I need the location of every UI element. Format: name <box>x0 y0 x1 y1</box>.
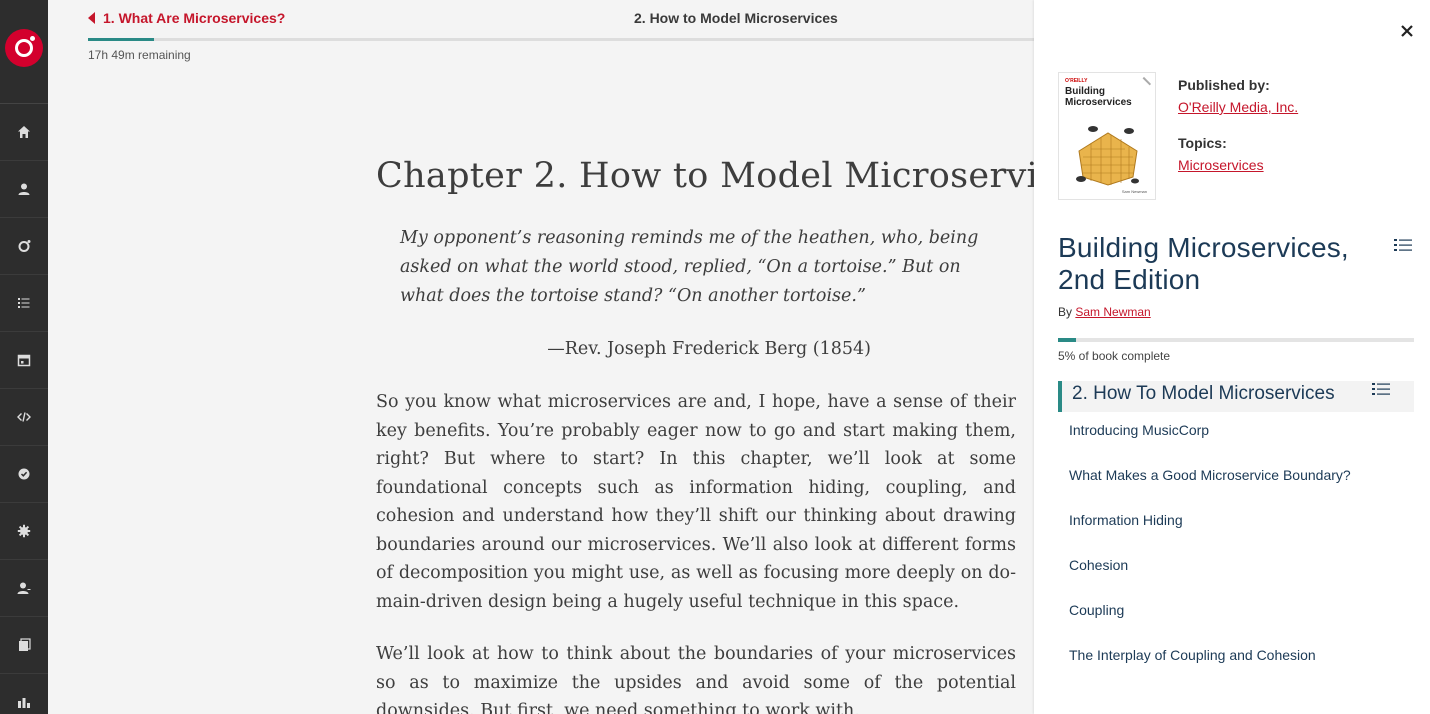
toc-current-chapter[interactable]: 2. How To Model Microservices <box>1058 381 1414 412</box>
oreilly-icon[interactable] <box>0 218 48 275</box>
body-paragraph: We’ll look at how to think about the bou… <box>376 644 1016 714</box>
list-icon[interactable] <box>0 275 48 332</box>
topic-link[interactable]: Microservices <box>1178 154 1298 176</box>
left-nav-rail <box>0 0 48 714</box>
author-link[interactable]: Sam Newman <box>1075 305 1150 319</box>
toc-item[interactable]: Introducing MusicCorp <box>1069 422 1209 438</box>
reading-progress-fill <box>88 38 155 41</box>
body-paragraph: So you know what microservices are and, … <box>376 392 1016 612</box>
cover-author: Sam Newman <box>1121 189 1147 194</box>
chevron-left-icon <box>88 12 95 24</box>
home-icon[interactable] <box>0 104 48 161</box>
book-title: Building Microservices, 2nd Edition <box>1058 232 1349 295</box>
current-chapter-title: 2. How to Model Microservices <box>634 10 838 26</box>
publisher-link[interactable]: O'Reilly Media, Inc. <box>1178 96 1298 118</box>
book-progress-text: 5% of book complete <box>1058 349 1171 363</box>
user-icon[interactable] <box>0 560 48 617</box>
oreilly-logo[interactable] <box>5 29 43 67</box>
reading-progress-bar <box>88 38 1034 41</box>
toc-item[interactable]: Coupling <box>1069 602 1124 618</box>
previous-chapter-link[interactable]: 1. What Are Microservices? <box>88 10 285 26</box>
toc-item[interactable]: The Interplay of Coupling and Cohesion <box>1069 647 1316 663</box>
topics-label: Topics: <box>1178 135 1227 151</box>
epigraph: My opponent’s reasoning reminds me of th… <box>400 228 979 306</box>
toc-item[interactable]: Cohesion <box>1069 557 1128 573</box>
published-by-label: Published by: <box>1178 77 1270 93</box>
time-remaining: 17h 49m remaining <box>88 48 191 62</box>
dashboard-icon[interactable] <box>0 674 48 714</box>
settings-icon[interactable] <box>0 503 48 560</box>
epigraph-attribution: —Rev. Joseph Frederick Berg (1854) <box>547 339 871 359</box>
book-progress-bar <box>1058 338 1414 342</box>
cover-publisher: O'REILLY <box>1065 78 1088 84</box>
calendar-icon[interactable] <box>0 332 48 389</box>
book-cover[interactable]: O'REILLY Building Microservices Sam Newm… <box>1058 72 1156 200</box>
toc-current-chapter-label: 2. How To Model Microservices <box>1072 383 1335 404</box>
author-byline: By Sam Newman <box>1058 305 1151 319</box>
book-metadata: Published by: O'Reilly Media, Inc. Topic… <box>1178 74 1298 176</box>
profile-icon[interactable] <box>0 161 48 218</box>
by-label: By <box>1058 305 1073 319</box>
library-icon[interactable] <box>0 617 48 674</box>
badge-icon[interactable] <box>0 446 48 503</box>
table-of-contents-icon[interactable] <box>1394 238 1412 254</box>
book-progress-fill <box>1058 338 1076 342</box>
chapter-heading: Chapter 2. How to Model Microservices <box>376 156 1098 196</box>
toc-item[interactable]: Information Hiding <box>1069 512 1183 528</box>
previous-chapter-label: 1. What Are Microservices? <box>103 10 286 26</box>
toc-item[interactable]: What Makes a Good Microservice Boundary? <box>1069 467 1351 483</box>
cover-honeycomb-illustration <box>1076 126 1139 186</box>
table-of-contents-icon[interactable] <box>1372 382 1390 398</box>
code-icon[interactable] <box>0 389 48 446</box>
book-content: Chapter 2. How to Model Microservices My… <box>376 150 1098 714</box>
book-info-panel: O'REILLY Building Microservices Sam Newm… <box>1034 0 1430 714</box>
close-icon[interactable] <box>1398 22 1416 40</box>
